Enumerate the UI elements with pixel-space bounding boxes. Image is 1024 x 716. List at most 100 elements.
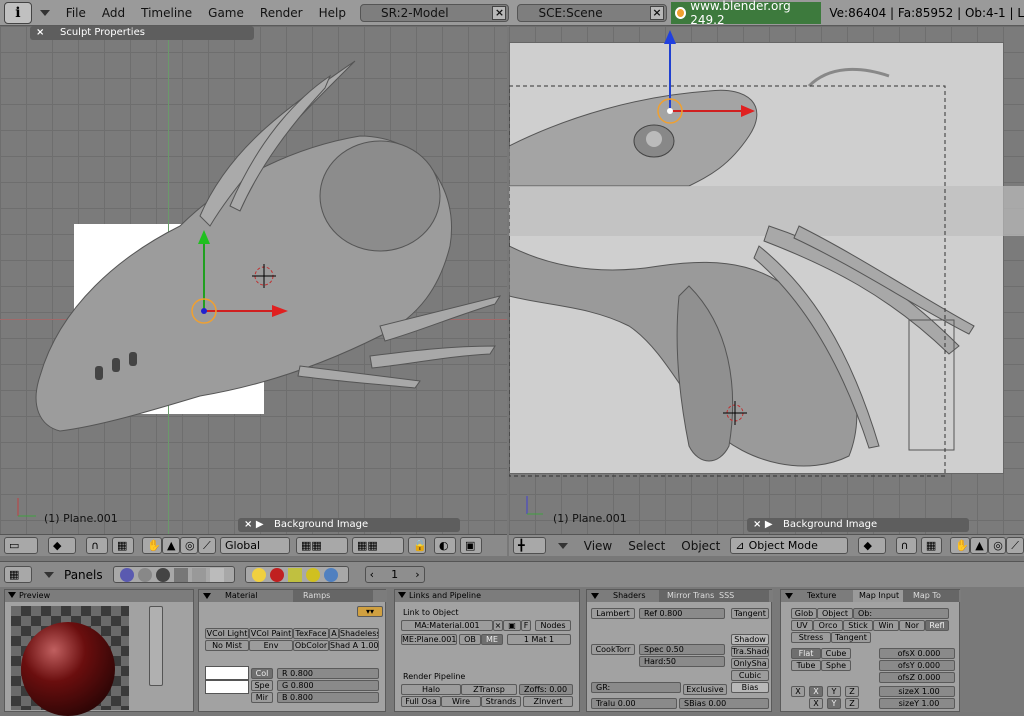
close-icon[interactable]: × bbox=[492, 5, 507, 20]
bias-toggle[interactable]: Bias bbox=[731, 682, 769, 693]
chevron-left-icon[interactable]: ‹ bbox=[370, 568, 374, 581]
translate-icon[interactable]: ▲ bbox=[162, 537, 180, 554]
nor-toggle[interactable]: Nor bbox=[899, 620, 925, 631]
shading-icon[interactable]: ◆ bbox=[858, 537, 886, 554]
uv-toggle[interactable]: UV bbox=[791, 620, 813, 631]
specular-shader-select[interactable]: CookTorr bbox=[591, 644, 635, 655]
right-3d-viewport[interactable]: (1) Plane.001 × ▶ Background Image bbox=[509, 26, 1024, 534]
ofsy-field[interactable]: ofsY 0.000 bbox=[879, 660, 955, 671]
y2-mapping[interactable]: Y bbox=[827, 698, 841, 709]
ofsz-field[interactable]: ofsZ 0.000 bbox=[879, 672, 955, 683]
editing-context-icon[interactable] bbox=[191, 567, 206, 582]
menu-render[interactable]: Render bbox=[252, 0, 311, 26]
zinvert-toggle[interactable]: ZInvert bbox=[523, 696, 573, 707]
exclusive-toggle[interactable]: Exclusive bbox=[683, 684, 727, 695]
me-toggle[interactable]: ME bbox=[481, 634, 503, 645]
context-buttons[interactable] bbox=[112, 566, 235, 583]
sub-context-buttons[interactable] bbox=[244, 566, 349, 583]
color-swatch-spe[interactable] bbox=[205, 680, 249, 694]
orco-toggle[interactable]: Orco bbox=[813, 620, 843, 631]
panels-label[interactable]: Panels bbox=[64, 568, 103, 582]
image-icon[interactable]: ▣ bbox=[460, 537, 482, 554]
fake-user-icon[interactable]: ▣ bbox=[503, 620, 521, 631]
z-mapping[interactable]: Z bbox=[845, 686, 859, 697]
ofsx-field[interactable]: ofsX 0.000 bbox=[879, 648, 955, 659]
lock-icon[interactable]: 🔒 bbox=[408, 537, 427, 554]
shading-context-icon[interactable] bbox=[155, 567, 170, 582]
stick-toggle[interactable]: Stick bbox=[843, 620, 873, 631]
color-swatch-col[interactable] bbox=[205, 666, 249, 680]
scene-context-icon[interactable] bbox=[209, 567, 224, 582]
scene-selector[interactable]: SCE:Scene × bbox=[517, 3, 667, 22]
ob-field[interactable]: Ob: bbox=[853, 608, 949, 619]
tab-texture[interactable]: Texture bbox=[807, 591, 836, 600]
no-mist-toggle[interactable]: No Mist bbox=[205, 640, 249, 651]
g-slider[interactable]: G 0.800 bbox=[277, 680, 379, 691]
logic-icon[interactable] bbox=[119, 567, 134, 582]
scale-icon[interactable]: ⟋ bbox=[198, 537, 216, 554]
tab-map-to[interactable]: Map To bbox=[913, 591, 941, 600]
orientation-select[interactable]: Global bbox=[220, 537, 290, 554]
hand-icon[interactable]: ✋ bbox=[950, 537, 971, 554]
material-index-field[interactable]: 1 Mat 1 bbox=[507, 634, 571, 645]
tralu-slider[interactable]: Tralu 0.00 bbox=[591, 698, 677, 709]
rotate-icon[interactable]: ◎ bbox=[988, 537, 1007, 554]
f-toggle[interactable]: F bbox=[521, 620, 531, 631]
editor-type-button[interactable]: ▦ bbox=[4, 566, 32, 583]
layer-buttons-2[interactable]: ▦▦ bbox=[352, 537, 404, 554]
translate-icon[interactable]: ▲ bbox=[970, 537, 989, 554]
close-icon[interactable]: × ▶ bbox=[753, 518, 773, 532]
script-icon[interactable] bbox=[137, 567, 152, 582]
sizey-field[interactable]: sizeY 1.00 bbox=[879, 698, 955, 709]
close-icon[interactable]: × bbox=[493, 620, 503, 631]
z2-mapping[interactable]: Z bbox=[845, 698, 859, 709]
radiosity-icon[interactable] bbox=[305, 567, 320, 582]
strands-toggle[interactable]: Strands bbox=[481, 696, 521, 707]
background-image-panel[interactable]: × ▶ Background Image bbox=[238, 518, 460, 532]
mir-toggle[interactable]: Mir bbox=[251, 692, 273, 703]
mesh-name-field[interactable]: ME:Plane.001 bbox=[401, 634, 457, 645]
tab-sss[interactable]: SSS bbox=[719, 591, 734, 600]
close-icon[interactable]: × bbox=[649, 5, 664, 20]
hard-slider[interactable]: Hard:50 bbox=[639, 656, 725, 667]
menu-game[interactable]: Game bbox=[200, 0, 252, 26]
sizex-field[interactable]: sizeX 1.00 bbox=[879, 686, 955, 697]
close-icon[interactable]: × ▶ bbox=[244, 518, 264, 532]
diffuse-shader-select[interactable]: Lambert bbox=[591, 608, 635, 619]
tab-ramps[interactable]: Ramps bbox=[303, 591, 330, 600]
object-context-icon[interactable] bbox=[173, 567, 188, 582]
menu-select[interactable]: Select bbox=[620, 535, 673, 557]
chevron-down-icon[interactable] bbox=[557, 542, 568, 549]
shadow-toggle[interactable]: Shadow bbox=[731, 634, 769, 645]
menu-timeline[interactable]: Timeline bbox=[133, 0, 200, 26]
layer-buttons-1[interactable]: ▦▦ bbox=[296, 537, 348, 554]
tab-mirror-trans[interactable]: Mirror Trans bbox=[667, 591, 714, 600]
tube-toggle[interactable]: Tube bbox=[791, 660, 821, 671]
background-image-panel[interactable]: × ▶ Background Image bbox=[747, 518, 969, 532]
a-toggle[interactable]: A bbox=[329, 628, 339, 639]
win-toggle[interactable]: Win bbox=[873, 620, 899, 631]
material-name-field[interactable]: MA:Material.001 bbox=[401, 620, 493, 631]
editor-type-button[interactable]: ╋ bbox=[513, 537, 546, 554]
cube-toggle[interactable]: Cube bbox=[821, 648, 851, 659]
menu-help[interactable]: Help bbox=[311, 0, 354, 26]
chevron-down-icon[interactable] bbox=[44, 571, 54, 578]
ob-toggle[interactable]: OB bbox=[459, 634, 481, 645]
sbias-slider[interactable]: SBias 0.00 bbox=[679, 698, 769, 709]
ref-slider[interactable]: Ref 0.800 bbox=[639, 608, 725, 619]
col-toggle[interactable]: Col bbox=[251, 668, 273, 679]
spe-toggle[interactable]: Spe bbox=[251, 680, 273, 691]
vcol-paint-toggle[interactable]: VCol Paint bbox=[249, 628, 293, 639]
pin-button[interactable]: ▾▾ bbox=[357, 606, 383, 617]
world-icon[interactable] bbox=[323, 567, 338, 582]
shad-a-field[interactable]: Shad A 1.00 bbox=[329, 640, 379, 651]
y-mapping[interactable]: Y bbox=[827, 686, 841, 697]
mode-select[interactable]: ⊿ Object Mode bbox=[730, 537, 849, 554]
group-field[interactable]: GR: bbox=[591, 682, 681, 693]
x2-mapping[interactable]: X bbox=[809, 698, 823, 709]
preview-type-buttons[interactable] bbox=[149, 606, 163, 686]
ztransp-toggle[interactable]: ZTransp bbox=[461, 684, 517, 695]
tra-shado-toggle[interactable]: Tra.Shado bbox=[731, 646, 769, 657]
sphe-toggle[interactable]: Sphe bbox=[821, 660, 851, 671]
tab-shaders[interactable]: Shaders bbox=[613, 591, 646, 600]
